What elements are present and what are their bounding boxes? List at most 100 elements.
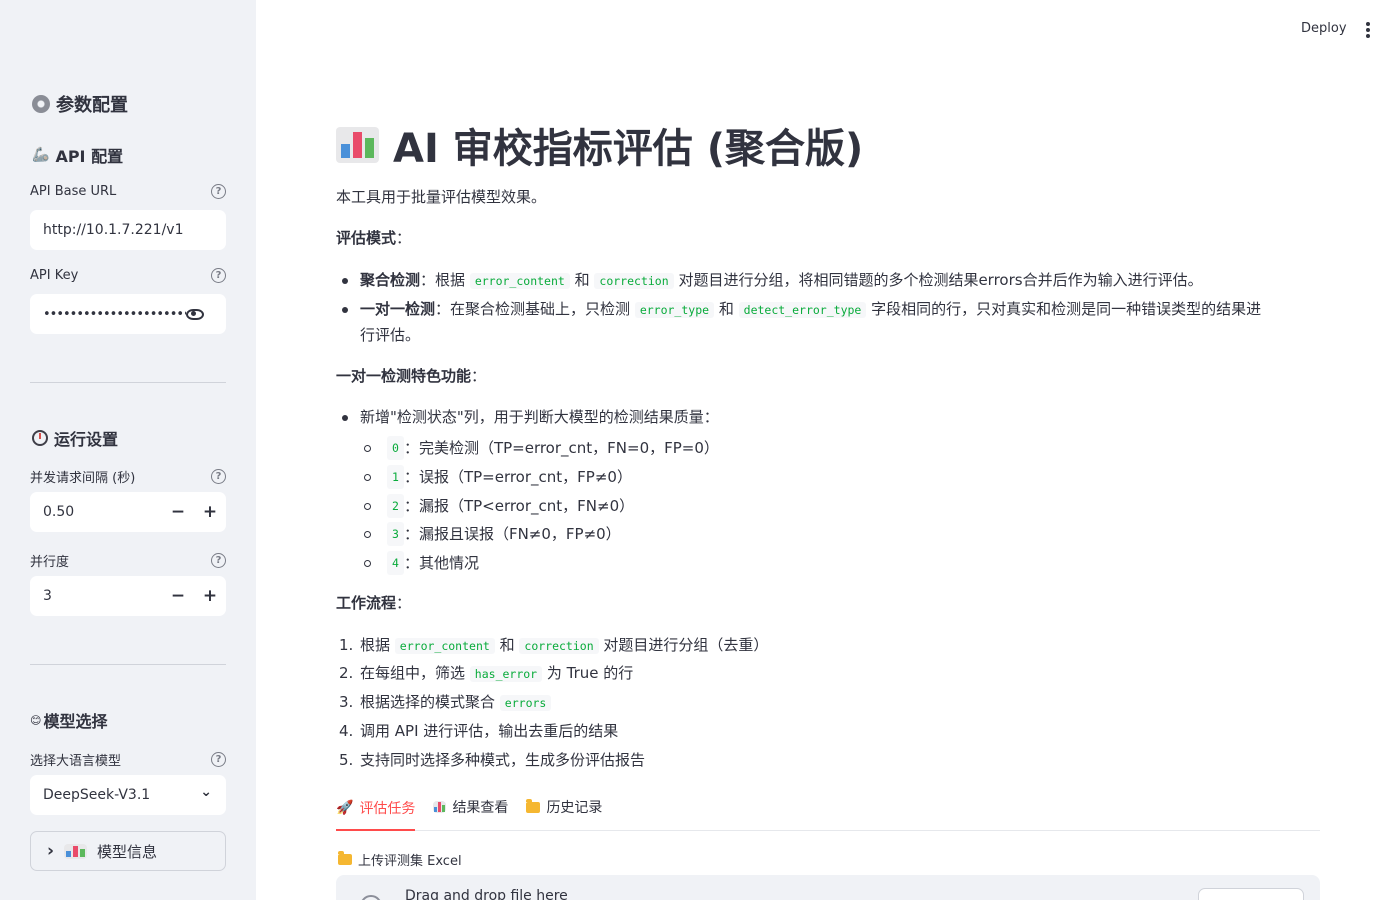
api-base-url-value: http://10.1.7.221/v1 <box>43 222 184 238</box>
circle-bullet <box>364 559 371 567</box>
mode-one-t2: 字段相同的行，只对真实和检测是同一种错误类型的结果进 <box>871 300 1262 318</box>
chevron-down-icon: ⌄ <box>200 784 212 800</box>
bullet-dot <box>342 278 348 284</box>
interval-label-text: 并发请求间隔 (秒) <box>30 471 136 486</box>
increment-button[interactable]: + <box>194 492 226 532</box>
tab-label: 结果查看 <box>452 800 509 816</box>
step-text: 根据选择的模式聚合 <box>360 693 496 711</box>
mode-one-name: 一对一检测 <box>360 300 436 318</box>
bullet-dot <box>342 307 348 313</box>
concurrency-stepper: − + <box>162 576 226 616</box>
page-title: AI 审校指标评估 (聚合版) <box>336 116 863 174</box>
show-password-icon[interactable] <box>186 308 204 320</box>
step-text: 根据 <box>360 636 391 654</box>
sidebar-divider <box>30 382 226 383</box>
status-text: ：漏报（TP<error_cnt，FN≠0） <box>403 497 635 515</box>
decrement-button[interactable]: − <box>162 576 194 616</box>
step-text: 调用 API 进行评估，输出去重后的结果 <box>360 722 619 740</box>
step-text: 为 True 的行 <box>546 664 634 682</box>
step-text: 在每组中，筛选 <box>360 664 466 682</box>
step-text: 对题目进行分组（去重） <box>603 636 769 654</box>
status-item: 2 ：漏报（TP<error_cnt，FN≠0） <box>360 494 634 518</box>
status-code: 4 <box>387 551 404 575</box>
tab-results[interactable]: 结果查看 <box>433 794 508 822</box>
gear-icon <box>32 95 50 113</box>
tab-bar: 🚀 评估任务 结果查看 历史记录 <box>336 794 1320 831</box>
inline-code: correction <box>519 638 599 654</box>
model-info-expander[interactable]: › 模型信息 <box>30 831 226 871</box>
inline-code: error_type <box>634 302 715 318</box>
colon: ： <box>471 367 487 385</box>
stopwatch-icon <box>32 430 48 446</box>
circle-bullet <box>364 473 371 481</box>
model-select-dropdown[interactable]: DeepSeek-V3.1 ⌄ <box>30 775 226 815</box>
help-icon[interactable]: ? <box>211 184 226 199</box>
mode-heading-text: 评估模式 <box>336 229 397 247</box>
mode-heading: 评估模式： <box>336 227 411 249</box>
step-number: 5. <box>339 751 354 769</box>
api-key-input[interactable]: •••••••••••••••••••••••••• <box>30 294 226 334</box>
status-text: ：漏报且误报（FN≠0，FP≠0） <box>403 525 621 543</box>
workflow-step: 5. 支持同时选择多种模式，生成多份评估报告 <box>339 749 645 771</box>
model-select-label-text: 选择大语言模型 <box>30 754 122 769</box>
main-menu-icon[interactable] <box>1366 22 1370 38</box>
help-icon[interactable]: ? <box>211 553 226 568</box>
concurrency-value: 3 <box>43 588 52 604</box>
status-item: 4 ：其他情况 <box>360 551 479 575</box>
deploy-button[interactable]: Deploy <box>1301 21 1347 36</box>
browse-files-button[interactable] <box>1198 888 1304 900</box>
model-select-heading: 😊 模型选择 <box>30 708 107 732</box>
api-base-url-label: API Base URL ? <box>30 184 226 199</box>
status-code: 0 <box>387 436 404 460</box>
tab-eval-task[interactable]: 🚀 评估任务 <box>336 794 416 831</box>
help-icon[interactable]: ? <box>211 752 226 767</box>
status-text: ：误报（TP=error_cnt，FP≠0） <box>403 468 632 486</box>
list-item: 新增"检测状态"列，用于判断大模型的检测结果质量： <box>336 405 1316 430</box>
colon: ： <box>396 229 412 247</box>
step-text: 支持同时选择多种模式，生成多份评估报告 <box>360 751 646 769</box>
interval-number-input[interactable]: 0.50 − + <box>30 492 226 532</box>
status-text: ：完美检测（TP=error_cnt，FN=0，FP=0） <box>403 439 719 457</box>
colon: ： <box>396 594 412 612</box>
file-dropzone[interactable]: Drag and drop file here <box>336 875 1320 900</box>
list-item: 聚合检测：根据 error_content 和 correction 对题目进行… <box>336 268 1316 294</box>
increment-button[interactable]: + <box>194 576 226 616</box>
interval-label: 并发请求间隔 (秒) ? <box>30 467 226 486</box>
mode-agg-text: 聚合检测：根据 error_content 和 correction 对题目进行… <box>360 268 1316 294</box>
model-select-heading-text: 模型选择 <box>43 712 108 731</box>
status-code: 2 <box>387 494 404 518</box>
mode-agg-name: 聚合检测 <box>360 271 421 289</box>
status-item: 3 ：漏报且误报（FN≠0，FP≠0） <box>360 522 621 546</box>
and-text: 和 <box>499 636 515 654</box>
status-item: 0 ：完美检测（TP=error_cnt，FN=0，FP=0） <box>360 436 719 460</box>
mode-one-text: 一对一检测：在聚合检测基础上，只检测 error_type 和 detect_e… <box>360 297 1316 348</box>
api-base-url-input[interactable]: http://10.1.7.221/v1 <box>30 210 226 250</box>
decrement-button[interactable]: − <box>162 492 194 532</box>
dropzone-text: Drag and drop file here <box>405 888 568 900</box>
step-number: 3. <box>339 693 354 711</box>
workflow-heading: 工作流程： <box>336 592 411 614</box>
help-icon[interactable]: ? <box>211 268 226 283</box>
help-icon[interactable]: ? <box>211 469 226 484</box>
status-text: ：其他情况 <box>403 554 479 572</box>
inline-code: detect_error_type <box>738 302 867 318</box>
sidebar-divider <box>30 664 226 665</box>
inline-code: errors <box>499 695 552 711</box>
interval-stepper: − + <box>162 492 226 532</box>
concurrency-number-input[interactable]: 3 − + <box>30 576 226 616</box>
api-heading: 🦾 API 配置 <box>32 143 123 167</box>
step-number: 4. <box>339 722 354 740</box>
tab-history[interactable]: 历史记录 <box>526 794 602 822</box>
tab-label: 评估任务 <box>359 800 416 817</box>
run-settings-heading-text: 运行设置 <box>54 430 119 449</box>
model-select-label: 选择大语言模型 ? <box>30 750 226 769</box>
api-heading-text: API 配置 <box>55 147 124 166</box>
intro-text: 本工具用于批量评估模型效果。 <box>336 188 547 206</box>
bar-chart-icon <box>433 801 447 813</box>
step-number: 2. <box>339 664 354 682</box>
folder-icon <box>338 851 352 865</box>
robot-arm-icon: 🦾 <box>32 147 50 163</box>
model-select-value: DeepSeek-V3.1 <box>43 787 151 803</box>
bullet-dot <box>342 415 348 421</box>
api-key-label-text: API Key <box>30 268 79 283</box>
